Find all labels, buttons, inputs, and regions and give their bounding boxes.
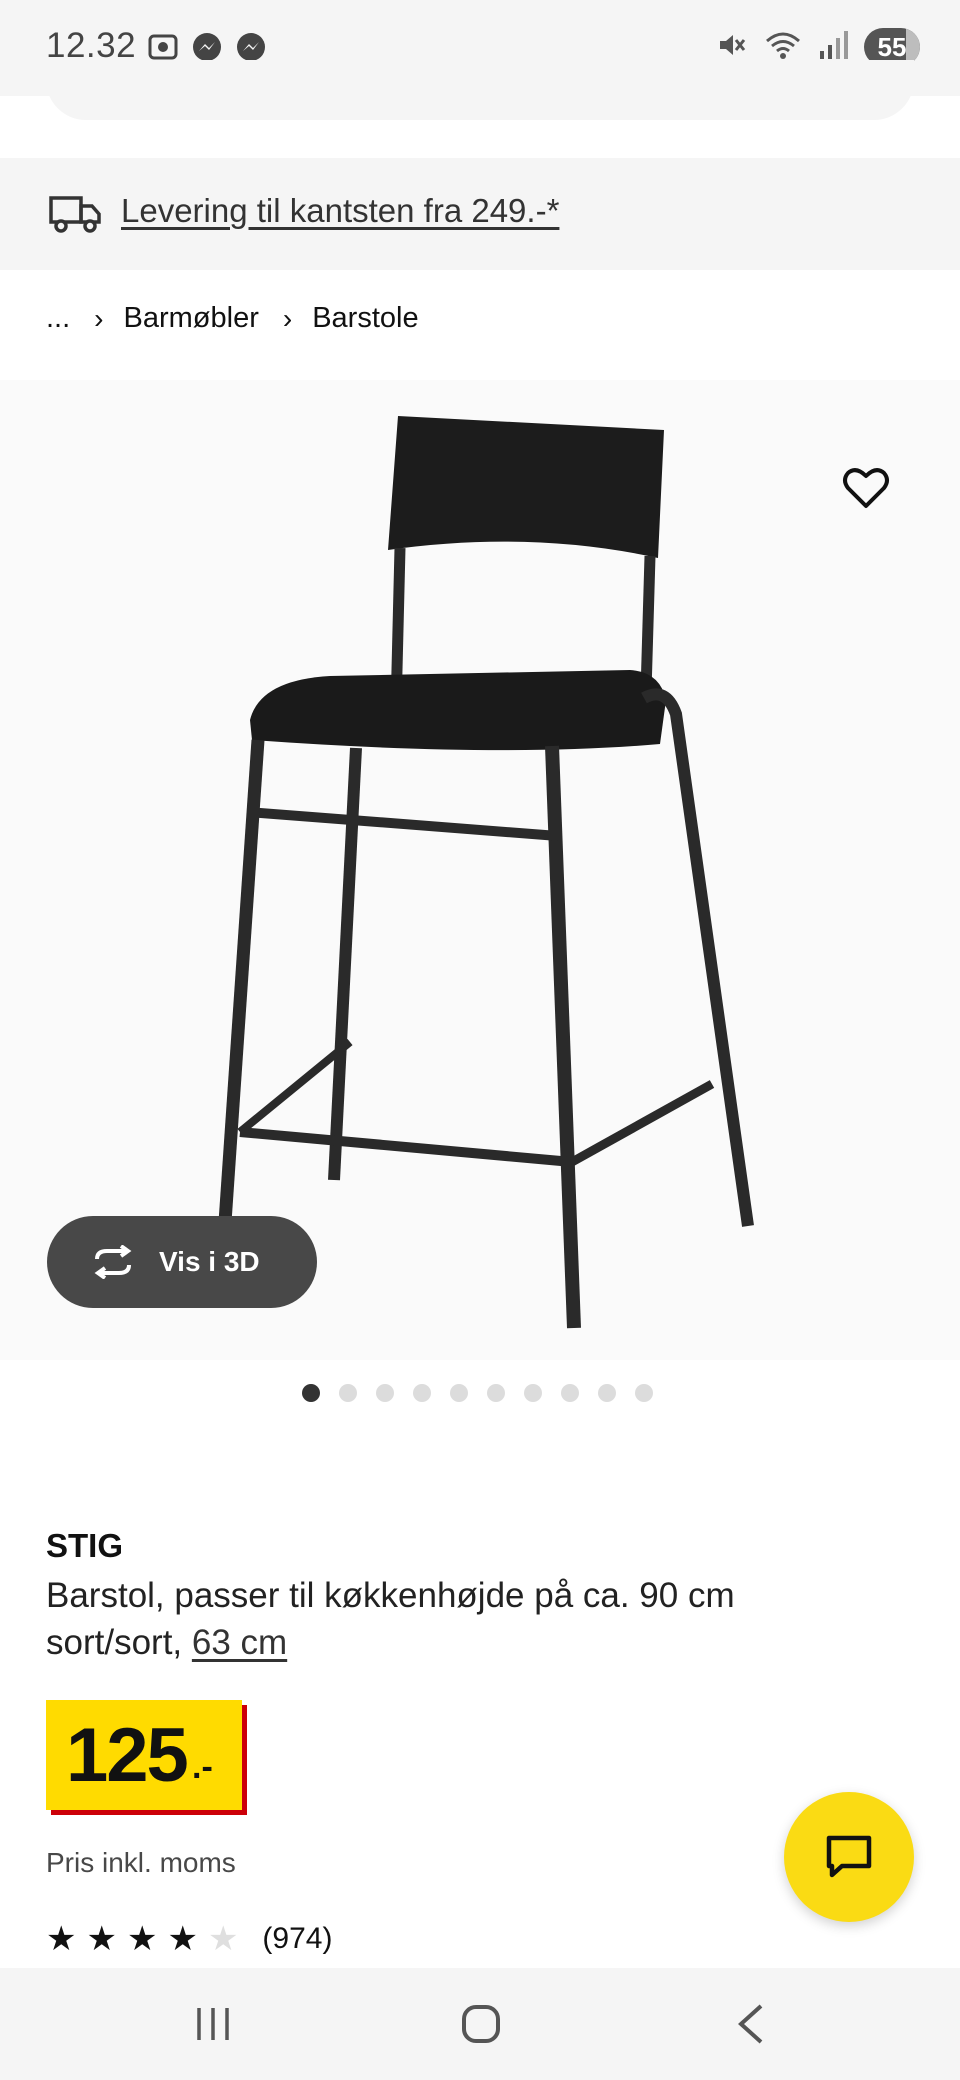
product-image[interactable] xyxy=(0,380,960,1360)
product-photo xyxy=(215,416,754,1329)
breadcrumb-item-more[interactable]: ... xyxy=(46,302,70,335)
screenshot-icon xyxy=(146,30,180,64)
variant-color: sort/sort, xyxy=(46,1623,192,1662)
breadcrumb-item-barmobler[interactable]: Barmøbler xyxy=(124,302,259,335)
pagination-dot[interactable] xyxy=(302,1384,320,1402)
star-icon: ★ xyxy=(46,1920,77,1958)
breadcrumb: ... › Barmøbler › Barstole xyxy=(46,302,419,335)
messenger-icon xyxy=(234,30,268,64)
chat-button[interactable] xyxy=(784,1792,914,1922)
truck-icon xyxy=(48,194,102,234)
pagination-dot[interactable] xyxy=(450,1384,468,1402)
price-value: 125 xyxy=(66,1713,189,1798)
messenger-icon xyxy=(190,30,224,64)
chevron-right-icon: › xyxy=(282,302,293,334)
product-description: Barstol, passer til køkkenhøjde på ca. 9… xyxy=(46,1572,906,1666)
chat-icon xyxy=(826,1835,872,1878)
product-name: STIG xyxy=(46,1527,124,1564)
price-suffix: .- xyxy=(192,1748,213,1786)
image-pagination xyxy=(302,1384,653,1402)
chevron-right-icon: › xyxy=(94,302,104,334)
pagination-dot[interactable] xyxy=(413,1384,431,1402)
delivery-banner[interactable]: Levering til kantsten fra 249.-* xyxy=(0,158,960,270)
rotate-3d-icon xyxy=(94,1245,132,1279)
product-variant: sort/sort, 63 cm xyxy=(46,1619,906,1666)
delivery-link[interactable]: Levering til kantsten fra 249.-* xyxy=(121,192,559,230)
recent-apps-icon[interactable] xyxy=(195,2006,231,2042)
heart-icon[interactable] xyxy=(840,462,892,514)
back-icon[interactable] xyxy=(737,2004,765,2044)
product-type: Barstol, passer til køkkenhøjde på ca. 9… xyxy=(46,1576,735,1615)
star-icon: ★ xyxy=(86,1920,117,1958)
pagination-dot[interactable] xyxy=(487,1384,505,1402)
view-3d-button[interactable]: Vis i 3D xyxy=(47,1216,317,1308)
star-empty-icon: ★ xyxy=(207,1920,239,1958)
price-note: Pris inkl. moms xyxy=(46,1847,236,1878)
star-icon: ★ xyxy=(126,1920,158,1958)
pagination-dot[interactable] xyxy=(339,1384,357,1402)
star-icon: ★ xyxy=(167,1920,198,1958)
pagination-dot[interactable] xyxy=(635,1384,653,1402)
pagination-dot[interactable] xyxy=(598,1384,616,1402)
view-3d-label: Vis i 3D xyxy=(159,1246,260,1277)
breadcrumb-item-barstole[interactable]: Barstole xyxy=(312,302,418,335)
pagination-dot[interactable] xyxy=(376,1384,394,1402)
size-link[interactable]: 63 cm xyxy=(192,1623,287,1662)
pagination-dot[interactable] xyxy=(524,1384,542,1402)
pagination-dot[interactable] xyxy=(561,1384,579,1402)
rating-count[interactable]: (974) xyxy=(262,1922,332,1956)
status-notification-icons xyxy=(146,30,268,64)
rating[interactable]: ★ ★ ★ ★ ★ (974) xyxy=(46,1922,332,1956)
home-icon[interactable] xyxy=(462,2005,500,2043)
price-tag: 125 .- xyxy=(46,1700,242,1810)
system-nav-bar xyxy=(0,1968,960,2080)
search-bar[interactable] xyxy=(46,60,914,120)
